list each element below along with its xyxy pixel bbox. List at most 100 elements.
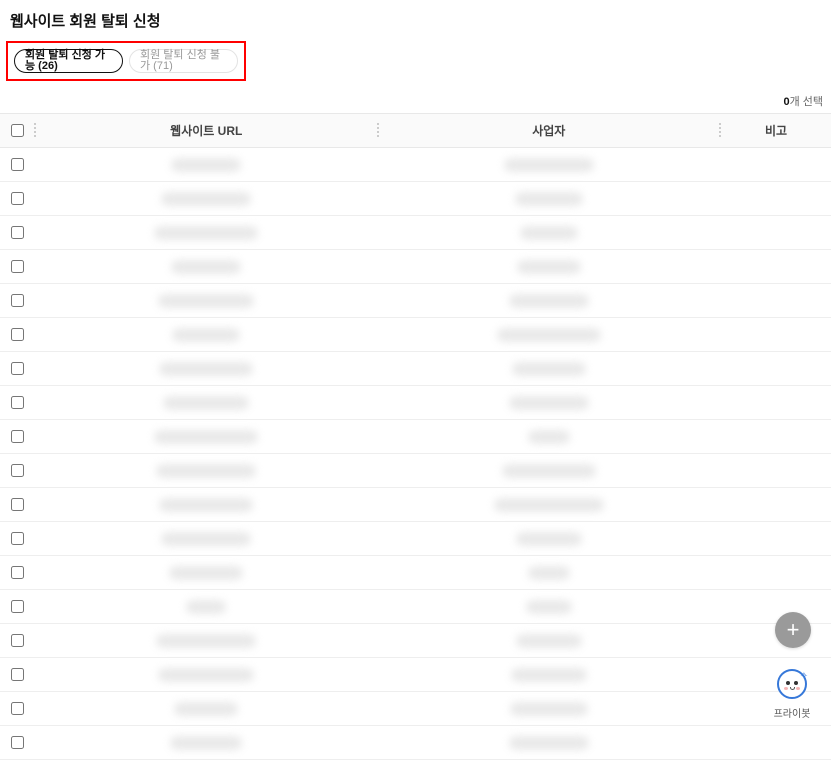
header-url[interactable]: 웹사이트 URL [36,114,377,147]
row-checkbox[interactable] [11,532,24,545]
table-row[interactable] [0,352,831,386]
table-row[interactable] [0,386,831,420]
redacted-url [159,362,253,376]
tab-withdraw-available[interactable]: 회원 탈퇴 신청 가능 (26) [14,49,123,73]
row-checkbox[interactable] [11,600,24,613]
cell-url [34,386,378,419]
table-row[interactable] [0,488,831,522]
table-row[interactable] [0,182,831,216]
cell-url [34,454,378,487]
redacted-biz [528,430,570,444]
row-check-cell [0,386,34,419]
table-row[interactable] [0,726,831,760]
row-checkbox[interactable] [11,328,24,341]
header-note: 비고 [721,114,831,147]
cell-url [34,488,378,521]
row-checkbox[interactable] [11,634,24,647]
redacted-biz [517,260,581,274]
table-row[interactable] [0,250,831,284]
cell-note [721,250,831,283]
row-checkbox[interactable] [11,430,24,443]
cell-note [721,454,831,487]
cell-url [34,148,378,181]
row-checkbox[interactable] [11,226,24,239]
redacted-biz [497,328,601,342]
table-row[interactable] [0,148,831,182]
table-row[interactable] [0,216,831,250]
table-row[interactable] [0,522,831,556]
cell-biz [378,386,722,419]
redacted-url [171,260,241,274]
table-header: 웹사이트 URL 사업자 비고 [0,113,831,148]
redacted-url [186,600,226,614]
redacted-biz [516,532,582,546]
redacted-url [171,158,241,172]
row-checkbox[interactable] [11,362,24,375]
table-row[interactable] [0,556,831,590]
cell-url [34,556,378,589]
row-checkbox[interactable] [11,158,24,171]
cell-biz [378,454,722,487]
redacted-url [158,294,254,308]
row-checkbox[interactable] [11,566,24,579]
row-checkbox[interactable] [11,702,24,715]
cell-url [34,726,378,759]
row-checkbox[interactable] [11,294,24,307]
row-check-cell [0,556,34,589]
add-button[interactable]: + [775,612,811,648]
table-row[interactable] [0,658,831,692]
cell-url [34,216,378,249]
table-row[interactable] [0,590,831,624]
select-all-checkbox[interactable] [11,124,24,137]
row-check-cell [0,726,34,759]
row-checkbox[interactable] [11,498,24,511]
cell-note [721,556,831,589]
row-checkbox[interactable] [11,464,24,477]
table-row[interactable] [0,284,831,318]
cell-biz [378,522,722,555]
cell-note [721,148,831,181]
cell-note [721,488,831,521]
redacted-url [154,226,258,240]
row-checkbox[interactable] [11,668,24,681]
row-checkbox[interactable] [11,192,24,205]
cell-biz [378,182,722,215]
table-row[interactable] [0,420,831,454]
row-checkbox[interactable] [11,260,24,273]
table-row[interactable] [0,454,831,488]
tab-withdraw-unavailable[interactable]: 회원 탈퇴 신청 불가 (71) [129,49,238,73]
header-biz[interactable]: 사업자 [379,114,720,147]
table-row[interactable] [0,692,831,726]
selection-count-suffix: 개 선택 [790,96,823,108]
redacted-url [159,498,253,512]
cell-biz [378,726,722,759]
row-check-cell [0,624,34,657]
cell-biz [378,284,722,317]
cell-biz [378,420,722,453]
table-row[interactable] [0,318,831,352]
cell-url [34,692,378,725]
cell-note [721,386,831,419]
row-check-cell [0,658,34,691]
cell-biz [378,352,722,385]
cell-biz [378,318,722,351]
redacted-url [172,328,240,342]
redacted-biz [520,226,578,240]
chatbot-mascot[interactable]: ✧ 프라이봇 [767,669,817,720]
redacted-url [158,668,254,682]
row-check-cell [0,590,34,623]
withdraw-table: 웹사이트 URL 사업자 비고 [0,113,831,760]
cell-url [34,590,378,623]
row-check-cell [0,284,34,317]
cell-url [34,250,378,283]
row-checkbox[interactable] [11,396,24,409]
cell-biz [378,148,722,181]
tab-highlight-box: 회원 탈퇴 신청 가능 (26) 회원 탈퇴 신청 불가 (71) [6,41,246,81]
table-row[interactable] [0,624,831,658]
cell-note [721,318,831,351]
row-check-cell [0,420,34,453]
redacted-biz [511,668,587,682]
wave-icon: ✧ [799,671,809,681]
redacted-biz [494,498,604,512]
row-check-cell [0,250,34,283]
